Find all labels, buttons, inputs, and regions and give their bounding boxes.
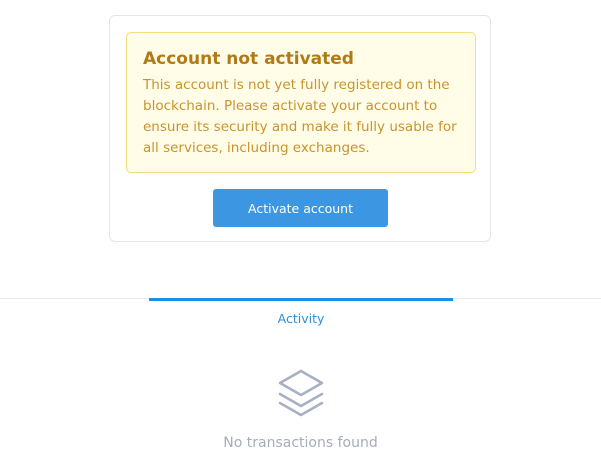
- layers-icon: [278, 369, 324, 417]
- activate-account-button[interactable]: Activate account: [213, 189, 388, 227]
- wallet-page: Account not activated This account is no…: [0, 0, 601, 469]
- active-tab-indicator: [149, 298, 453, 301]
- tab-activity[interactable]: Activity: [149, 308, 453, 330]
- empty-state-message: No transactions found: [223, 435, 378, 451]
- activation-card: Account not activated This account is no…: [109, 15, 491, 242]
- activation-warning: Account not activated This account is no…: [126, 32, 476, 173]
- warning-message: This account is not yet fully registered…: [143, 77, 457, 156]
- warning-title: Account not activated: [143, 49, 354, 69]
